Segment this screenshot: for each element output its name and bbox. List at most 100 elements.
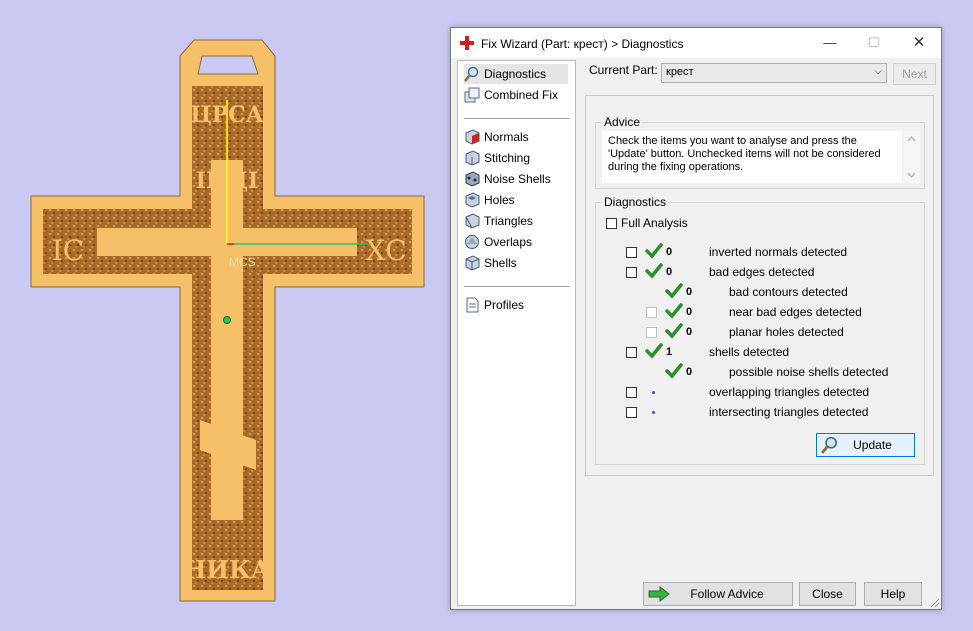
update-label: Update (853, 438, 892, 452)
diag-checkbox[interactable] (626, 387, 637, 398)
nav-item-stitching[interactable]: Stitching (464, 148, 530, 168)
measure-label: MCS (229, 255, 256, 269)
resize-grip-icon[interactable] (930, 598, 940, 608)
current-part-value: крест (666, 66, 694, 78)
overlaps-icon (465, 235, 479, 249)
update-button[interactable]: Update (816, 433, 915, 457)
maximize-button[interactable]: ☐ (865, 34, 883, 52)
nav-item-label: Combined Fix (484, 88, 559, 102)
triangles-cube-icon (465, 213, 480, 229)
full-analysis-checkbox[interactable] (606, 218, 617, 229)
diag-checkbox[interactable] (626, 247, 637, 258)
next-button[interactable]: Next (893, 63, 936, 85)
check-ok-icon (665, 363, 683, 379)
diag-label: planar holes detected (729, 325, 844, 339)
model-viewport[interactable]: MCS ЦРСА ІНЦІ ІС ХС НИКА (0, 0, 450, 628)
diagnostics-panel: Advice Check the items you want to analy… (585, 95, 934, 476)
advice-group: Advice Check the items you want to analy… (595, 115, 925, 189)
nav-item-label: Triangles (484, 214, 533, 228)
label-right: ХС (365, 234, 406, 267)
nav-item-combined-fix[interactable]: Combined Fix (464, 85, 558, 105)
diag-count: 0 (686, 326, 693, 338)
nav-item-noise-shells[interactable]: Noise Shells (464, 169, 551, 189)
nav-item-profiles[interactable]: Profiles (464, 295, 524, 315)
diag-count: 0 (666, 246, 673, 258)
nav-item-label: Shells (484, 256, 517, 270)
nav-item-label: Diagnostics (484, 67, 547, 81)
nav-item-diagnostics[interactable]: Diagnostics (464, 64, 568, 84)
pivot-point (223, 316, 231, 324)
label-left: ІС (52, 234, 84, 267)
diag-count: 1 (666, 346, 673, 358)
scroll-arrows-icon (907, 136, 916, 178)
close-button[interactable]: Close (799, 582, 856, 606)
check-ok-icon (645, 343, 663, 359)
noise-shells-icon (465, 171, 480, 187)
diag-count: 0 (666, 266, 673, 278)
diag-label: possible noise shells detected (729, 365, 889, 379)
shells-cube-icon (465, 255, 480, 271)
title-bar[interactable]: Fix Wizard (Part: крест) > Diagnostics —… (451, 28, 941, 58)
label-top: ЦРСА (190, 102, 263, 128)
holes-cube-icon (465, 192, 480, 208)
nav-item-label: Profiles (484, 298, 525, 312)
nav-item-label: Holes (484, 193, 515, 207)
diag-checkbox[interactable] (626, 267, 637, 278)
diag-checkbox[interactable] (646, 327, 657, 338)
stitching-cube-icon (465, 150, 480, 166)
follow-advice-button[interactable]: Follow Advice (643, 582, 793, 606)
nav-item-label: Stitching (484, 151, 531, 165)
chevron-down-icon: ⌵ (874, 66, 882, 77)
window-title: Fix Wizard (Part: крест) > Diagnostics (481, 37, 684, 51)
wizard-nav: Diagnostics Combined Fix Normals Stitchi… (457, 60, 576, 606)
advice-text: Check the items you want to analyse and … (602, 131, 902, 183)
diag-label: bad edges detected (709, 265, 815, 279)
magnifier-icon (821, 436, 838, 454)
check-ok-icon (665, 283, 683, 299)
not-analysed-dot-icon (652, 411, 655, 414)
nav-item-triangles[interactable]: Triangles (464, 211, 533, 231)
full-analysis-label: Full Analysis (621, 216, 688, 230)
cross-model: MCS ЦРСА ІНЦІ ІС ХС НИКА (30, 39, 425, 602)
diagnostics-title: Diagnostics (602, 195, 669, 209)
normals-cube-icon (465, 129, 480, 145)
advice-scrollbar[interactable] (903, 131, 920, 183)
nav-item-overlaps[interactable]: Overlaps (464, 232, 532, 252)
nav-divider (464, 286, 569, 287)
nav-divider (464, 118, 569, 119)
diag-label: inverted normals detected (709, 245, 848, 259)
advice-title: Advice (602, 115, 643, 129)
magnifier-icon (464, 66, 479, 82)
diag-label: overlapping triangles detected (709, 385, 870, 399)
nav-item-label: Noise Shells (484, 172, 551, 186)
close-window-button[interactable]: ✕ (910, 34, 928, 52)
diag-label: shells detected (709, 345, 790, 359)
diag-label: near bad edges detected (729, 305, 862, 319)
check-ok-icon (665, 323, 683, 339)
nav-item-normals[interactable]: Normals (464, 127, 529, 147)
check-ok-icon (645, 243, 663, 259)
check-ok-icon (665, 303, 683, 319)
diag-label: bad contours detected (729, 285, 848, 299)
diagnostics-group: Diagnostics Full Analysis 0 inverted nor… (595, 195, 925, 465)
nav-item-label: Normals (484, 130, 529, 144)
diag-count: 0 (686, 286, 693, 298)
diag-count: 0 (686, 366, 693, 378)
current-part-select[interactable]: крест ⌵ (661, 63, 887, 83)
nav-item-shells[interactable]: Shells (464, 253, 517, 273)
diag-checkbox[interactable] (626, 347, 637, 358)
label-bottom: НИКА (184, 555, 271, 584)
diag-checkbox[interactable] (646, 307, 657, 318)
diag-count: 0 (686, 306, 693, 318)
minimize-button[interactable]: — (821, 34, 839, 52)
follow-advice-label: Follow Advice (690, 587, 764, 601)
help-button[interactable]: Help (864, 582, 922, 606)
red-cross-icon (460, 36, 474, 50)
nav-item-holes[interactable]: Holes (464, 190, 515, 210)
combined-fix-icon (464, 87, 480, 103)
nav-item-label: Overlaps (484, 235, 533, 249)
diag-checkbox[interactable] (626, 407, 637, 418)
diag-label: intersecting triangles detected (709, 405, 869, 419)
label-inri: ІНЦІ (196, 168, 259, 194)
check-ok-icon (645, 263, 663, 279)
